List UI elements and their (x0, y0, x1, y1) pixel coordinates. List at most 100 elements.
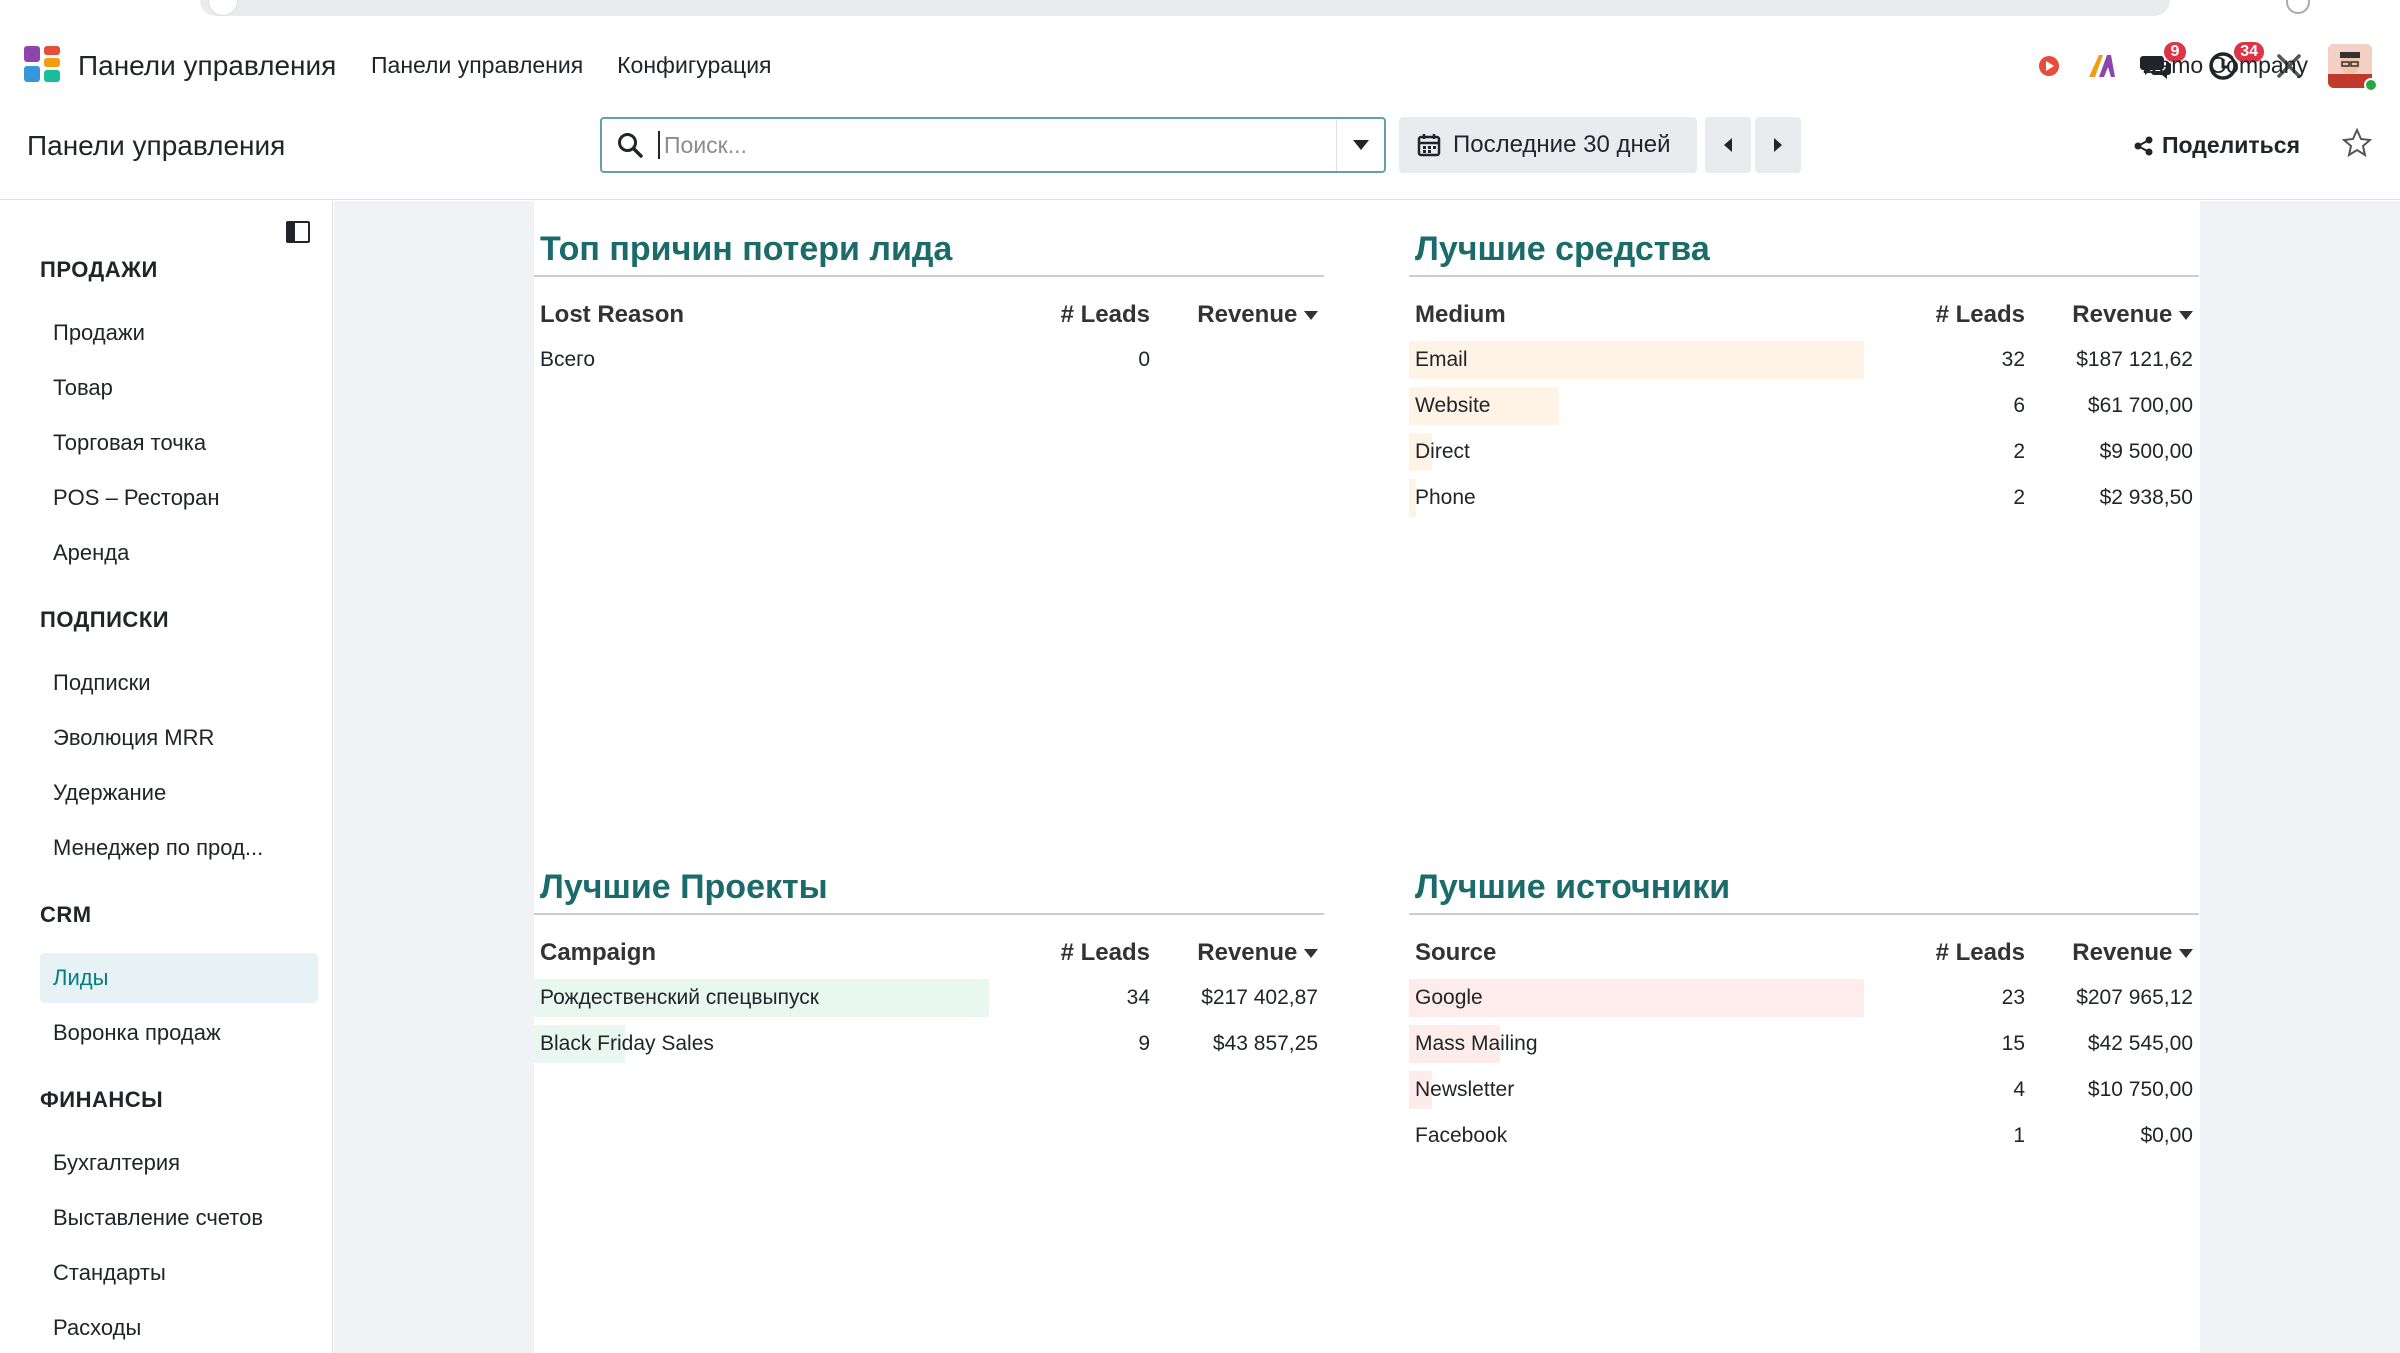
cell-revenue: $43 857,25 (1212, 1032, 1318, 1055)
sidebar-item-product[interactable]: Товар (40, 363, 318, 413)
cell-revenue: $9 500,00 (2099, 440, 2193, 463)
column-header-sorted[interactable]: Revenue (2072, 939, 2193, 967)
column-header[interactable]: # Leads (1061, 301, 1150, 329)
table-row[interactable]: Email 32 $187 121,62 (1409, 337, 2199, 383)
cell-revenue: $2 938,50 (2099, 486, 2193, 509)
revenue-share-bar (1409, 341, 1864, 379)
cell-revenue: $207 965,12 (2076, 986, 2193, 1009)
column-header[interactable]: # Leads (1936, 301, 2025, 329)
sidebar-item-pos-restaurant[interactable]: POS – Ресторан (40, 473, 318, 523)
dashboard-main: Топ причин потери лида Lost Reason # Lea… (334, 201, 2400, 1353)
column-header-sorted[interactable]: Revenue (1197, 939, 1318, 967)
sidebar-item-accounting[interactable]: Бухгалтерия (40, 1138, 318, 1188)
share-icon (2134, 136, 2153, 155)
main-menu: Панели управления Конфигурация (371, 52, 772, 79)
company-switcher[interactable]: Demo Company (2142, 52, 2308, 79)
panel-top-campaigns: Лучшие Проекты Campaign # Leads Revenue … (534, 839, 1324, 1067)
cell-name: Mass Mailing (1415, 1032, 1538, 1055)
sidebar-item-invoicing[interactable]: Выставление счетов (40, 1193, 318, 1243)
record-icon[interactable] (2038, 50, 2060, 82)
table-row[interactable]: Phone 2 $2 938,50 (1409, 475, 2199, 521)
search-input[interactable] (658, 131, 1336, 159)
sidebar-item-expenses[interactable]: Расходы (40, 1303, 318, 1353)
sidebar-item-rental[interactable]: Аренда (40, 528, 318, 578)
cell-name: Website (1415, 394, 1491, 417)
date-filter-button[interactable]: Последние 30 дней (1399, 117, 1697, 173)
panel-title: Лучшие источники (1409, 839, 2199, 915)
cell-revenue: $217 402,87 (1201, 986, 1318, 1009)
column-header-sorted[interactable]: Revenue (2072, 301, 2193, 329)
online-status-dot (2364, 78, 2378, 92)
sort-desc-icon (1304, 311, 1318, 321)
sort-desc-icon (1304, 949, 1318, 959)
systray: 9 34 (1800, 28, 2400, 104)
table-row[interactable]: Website 6 $61 700,00 (1409, 383, 2199, 429)
column-header[interactable]: # Leads (1061, 939, 1150, 967)
panel-title: Лучшие Проекты (534, 839, 1324, 915)
table-row[interactable]: Рождественский спецвыпуск 34 $217 402,87 (534, 975, 1324, 1021)
sidebar-item-sales-manager[interactable]: Менеджер по прод... (40, 823, 318, 873)
panel-top-sources: Лучшие источники Source # Leads Revenue … (1409, 839, 2199, 1159)
sidebar-item-subscriptions[interactable]: Подписки (40, 658, 318, 708)
section-finance: ФИНАНСЫ (40, 1087, 164, 1112)
dashboard-sidebar: ПРОДАЖИ Продажи Товар Торговая точка POS… (0, 201, 333, 1353)
previous-period-button[interactable] (1705, 117, 1751, 173)
sidebar-item-leads[interactable]: Лиды (40, 953, 318, 1003)
favorite-star-icon[interactable] (2341, 127, 2373, 163)
cell-revenue: $10 750,00 (2087, 1078, 2193, 1101)
cell-revenue: $187 121,62 (2076, 348, 2193, 371)
browser-address-strip (200, 0, 2170, 16)
cell-name: Email (1415, 348, 1468, 371)
table-row[interactable]: Black Friday Sales 9 $43 857,25 (534, 1021, 1324, 1067)
table-row[interactable]: Newsletter 4 $10 750,00 (1409, 1067, 2199, 1113)
cell-name: Phone (1415, 486, 1476, 509)
menu-configuration[interactable]: Конфигурация (617, 52, 771, 79)
column-header[interactable]: # Leads (1936, 939, 2025, 967)
cell-revenue: $0,00 (2140, 1124, 2193, 1147)
column-header: Medium (1415, 301, 1506, 328)
sidebar-item-pos[interactable]: Торговая точка (40, 418, 318, 468)
panel-lost-reasons: Топ причин потери лида Lost Reason # Lea… (534, 201, 1324, 383)
pivot-table: Medium # Leads Revenue Email 32 $187 121,6… (1409, 293, 2199, 521)
sidebar-item-retention[interactable]: Удержание (40, 768, 318, 818)
control-panel: Панели управления Последние 30 дней Поде… (0, 104, 2400, 200)
share-label: Поделиться (2161, 132, 2300, 158)
app-brand[interactable]: Панели управления (78, 50, 336, 82)
table-header: Medium # Leads Revenue (1409, 293, 2199, 337)
cell-leads: 4 (2013, 1078, 2025, 1101)
search-icon[interactable] (602, 119, 658, 171)
date-filter-label: Последние 30 дней (1453, 131, 1671, 158)
column-header: Lost Reason (540, 301, 685, 328)
section-crm: CRM (40, 902, 92, 927)
sidebar-item-pipeline[interactable]: Воронка продаж (40, 1008, 318, 1058)
table-row[interactable]: Google 23 $207 965,12 (1409, 975, 2199, 1021)
table-row[interactable]: Mass Mailing 15 $42 545,00 (1409, 1021, 2199, 1067)
table-row[interactable]: Facebook 1 $0,00 (1409, 1113, 2199, 1159)
cell-name: Direct (1415, 440, 1470, 463)
cell-name: Newsletter (1415, 1078, 1515, 1101)
sidebar-item-mrr[interactable]: Эволюция MRR (40, 713, 318, 763)
cell-leads: 23 (2001, 986, 2025, 1009)
dashboard-canvas: Топ причин потери лида Lost Reason # Lea… (534, 201, 2200, 1353)
sidebar-collapse-icon[interactable] (286, 221, 310, 243)
page-title: Панели управления (27, 130, 286, 161)
panel-top-mediums: Лучшие средства Medium # Leads Revenue E… (1409, 201, 2199, 521)
table-row[interactable]: Всего 0 (534, 337, 1324, 383)
pivot-table: Campaign # Leads Revenue Рождественский … (534, 931, 1324, 1067)
cell-leads: 2 (2013, 440, 2025, 463)
sidebar-item-sales[interactable]: Продажи (40, 308, 318, 358)
apps-menu-icon[interactable] (24, 46, 62, 84)
browser-profile-icon[interactable] (2286, 0, 2310, 14)
cell-leads: 6 (2013, 394, 2025, 417)
menu-dashboards[interactable]: Панели управления (371, 52, 583, 79)
caret-left-icon (1724, 138, 1732, 152)
column-header-sorted[interactable]: Revenue (1197, 301, 1318, 329)
pivot-table: Source # Leads Revenue Google 23 $207 965,… (1409, 931, 2199, 1159)
sidebar-item-standards[interactable]: Стандарты (40, 1248, 318, 1298)
next-period-button[interactable] (1755, 117, 1801, 173)
table-row[interactable]: Direct 2 $9 500,00 (1409, 429, 2199, 475)
ai-icon[interactable] (2087, 50, 2117, 82)
cell-leads: 15 (2001, 1032, 2025, 1055)
search-options-chevron-down-icon[interactable] (1336, 119, 1384, 171)
share-button[interactable]: Поделиться (2134, 132, 2300, 159)
